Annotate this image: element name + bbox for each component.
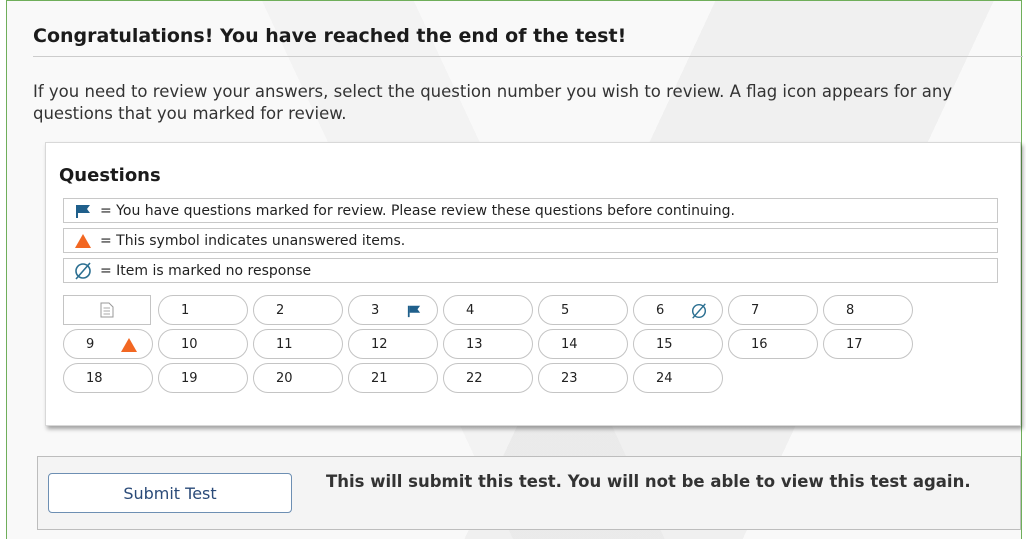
- question-number: 14: [561, 336, 578, 352]
- question-number: 1: [181, 302, 190, 318]
- question-number: 20: [276, 370, 293, 386]
- question-number: 21: [371, 370, 388, 386]
- question-number: 7: [751, 302, 760, 318]
- question-number: 17: [846, 336, 863, 352]
- page-title: Congratulations! You have reached the en…: [33, 25, 1023, 57]
- question-number: 10: [181, 336, 198, 352]
- question-button-7[interactable]: 7: [728, 295, 818, 325]
- review-all-button[interactable]: [63, 295, 151, 325]
- question-number: 2: [276, 302, 285, 318]
- warning-triangle-icon: [72, 231, 94, 251]
- question-number: 12: [371, 336, 388, 352]
- question-number: 13: [466, 336, 483, 352]
- question-button-8[interactable]: 8: [823, 295, 913, 325]
- question-button-16[interactable]: 16: [728, 329, 818, 359]
- question-number: 4: [466, 302, 475, 318]
- warning-triangle-icon: [120, 336, 138, 354]
- legend-no-response-row: = Item is marked no response: [63, 258, 998, 283]
- questions-title: Questions: [59, 165, 161, 186]
- question-button-13[interactable]: 13: [443, 329, 533, 359]
- no-response-icon: [72, 261, 94, 281]
- instructions-text: If you need to review your answers, sele…: [33, 82, 953, 123]
- question-button-10[interactable]: 10: [158, 329, 248, 359]
- flag-icon: [405, 302, 423, 320]
- question-number: 22: [466, 370, 483, 386]
- question-button-22[interactable]: 22: [443, 363, 533, 393]
- question-number: 19: [181, 370, 198, 386]
- question-button-20[interactable]: 20: [253, 363, 343, 393]
- question-button-23[interactable]: 23: [538, 363, 628, 393]
- page-frame: Congratulations! You have reached the en…: [6, 0, 1023, 539]
- submit-test-button[interactable]: Submit Test: [48, 473, 292, 513]
- questions-panel: Questions = You have questions marked fo…: [45, 142, 1021, 426]
- question-button-4[interactable]: 4: [443, 295, 533, 325]
- question-button-9[interactable]: 9: [63, 329, 153, 359]
- question-number: 24: [656, 370, 673, 386]
- legend-flag-row: = You have questions marked for review. …: [63, 198, 998, 223]
- question-button-1[interactable]: 1: [158, 295, 248, 325]
- question-button-15[interactable]: 15: [633, 329, 723, 359]
- legend-no-response-text: = Item is marked no response: [100, 262, 312, 279]
- question-button-21[interactable]: 21: [348, 363, 438, 393]
- legend-unanswered-row: = This symbol indicates unanswered items…: [63, 228, 998, 253]
- question-button-24[interactable]: 24: [633, 363, 723, 393]
- question-number: 23: [561, 370, 578, 386]
- question-button-11[interactable]: 11: [253, 329, 343, 359]
- question-number: 5: [561, 302, 570, 318]
- legend-flag-text: = You have questions marked for review. …: [100, 202, 735, 219]
- document-icon: [100, 302, 114, 322]
- question-number: 18: [86, 370, 103, 386]
- question-number: 15: [656, 336, 673, 352]
- question-button-18[interactable]: 18: [63, 363, 153, 393]
- question-number: 9: [86, 336, 95, 352]
- question-button-2[interactable]: 2: [253, 295, 343, 325]
- legend-unanswered-text: = This symbol indicates unanswered items…: [100, 232, 406, 249]
- flag-icon: [72, 201, 94, 221]
- question-button-12[interactable]: 12: [348, 329, 438, 359]
- question-button-17[interactable]: 17: [823, 329, 913, 359]
- question-number: 6: [656, 302, 665, 318]
- question-number: 16: [751, 336, 768, 352]
- question-number: 8: [846, 302, 855, 318]
- no-response-icon: [690, 302, 708, 320]
- question-button-19[interactable]: 19: [158, 363, 248, 393]
- question-button-6[interactable]: 6: [633, 295, 723, 325]
- question-number: 11: [276, 336, 293, 352]
- question-number: 3: [371, 302, 380, 318]
- question-button-5[interactable]: 5: [538, 295, 628, 325]
- question-button-3[interactable]: 3: [348, 295, 438, 325]
- question-button-14[interactable]: 14: [538, 329, 628, 359]
- submit-panel: Submit Test This will submit this test. …: [37, 456, 1021, 530]
- submit-warning-text: This will submit this test. You will not…: [326, 472, 971, 491]
